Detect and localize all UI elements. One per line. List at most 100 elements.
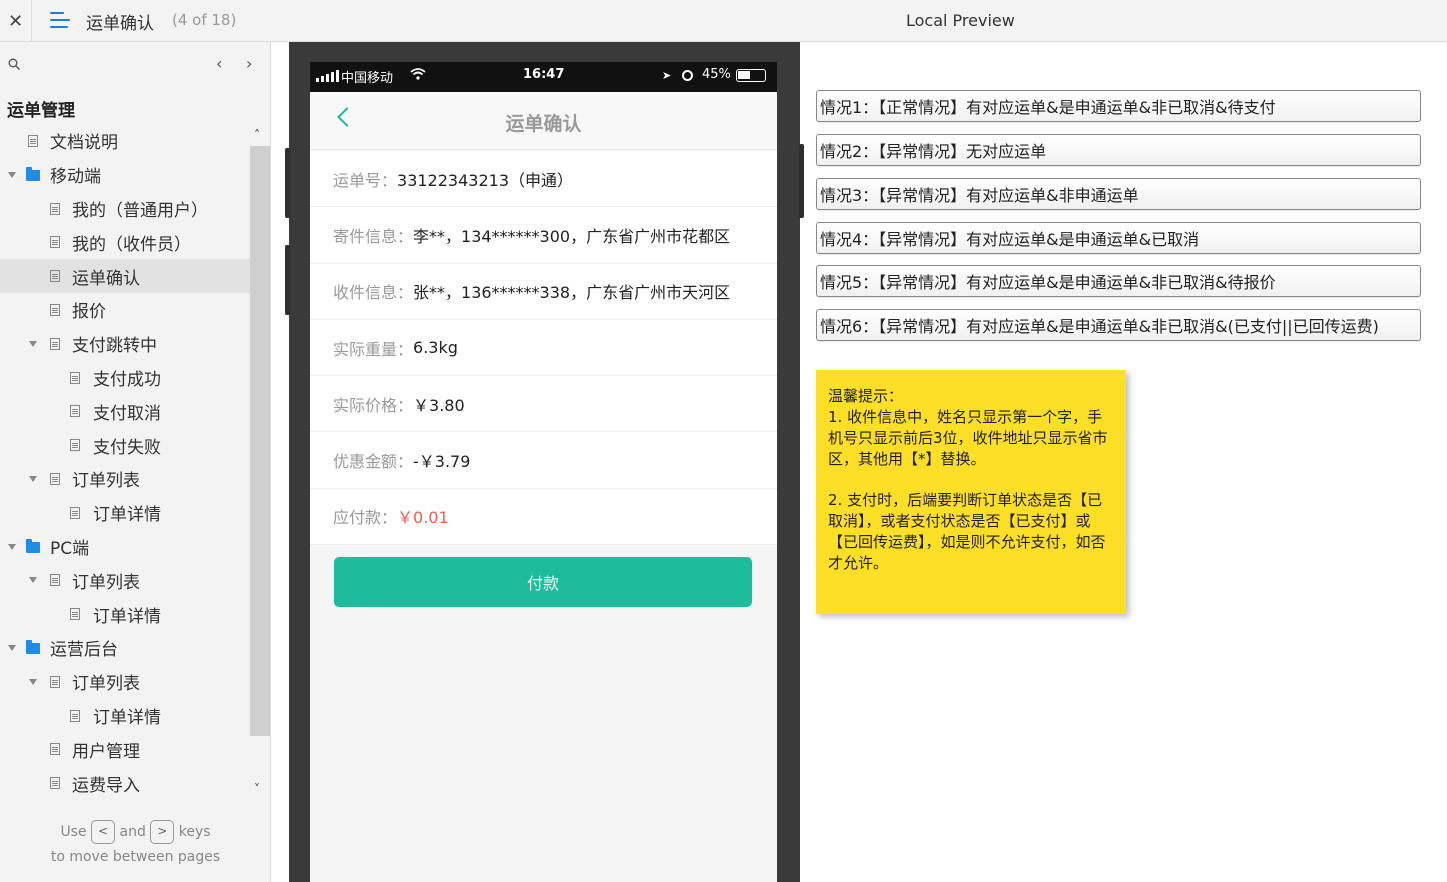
status-bar: 中国移动 16:47 ➤ 45%	[310, 62, 777, 92]
sidebar-item[interactable]: 移动端	[0, 158, 250, 192]
status-time: 16:47	[523, 67, 565, 82]
sidebar-item-label: 文档说明	[50, 133, 118, 154]
sticky-note: 温馨提示： 1. 收件信息中，姓名只显示第一个字，手机号只显示前后3位，收件地址…	[816, 370, 1126, 614]
pay-button[interactable]: 付款	[334, 557, 752, 607]
info-value: 6.3kg	[413, 338, 458, 358]
close-icon: ✕	[7, 10, 24, 32]
info-value: ￥3.80	[413, 395, 465, 415]
waybill-info-list: 运单号： 33122343213（申通） 寄件信息： 李**，134******300…	[310, 151, 777, 546]
sidebar-item[interactable]: 支付成功	[0, 361, 250, 395]
sidebar-item-label: 支付成功	[93, 369, 161, 390]
alarm-icon	[682, 70, 693, 81]
sticky-point-2: 2. 支付时，后端要判断订单状态是否【已取消】，或者支付状态是否【已支付】或【已…	[828, 491, 1106, 572]
expand-arrow-icon[interactable]	[8, 644, 16, 651]
phone-volume-down	[285, 245, 290, 315]
sidebar-item-label: 运单确认	[72, 268, 140, 289]
scroll-up-icon[interactable]: ˄	[254, 128, 260, 142]
phone-power-button	[799, 144, 804, 218]
sidebar-item[interactable]: 报价	[0, 293, 250, 327]
expand-arrow-icon[interactable]	[29, 340, 37, 347]
sidebar-item[interactable]: 运营后台	[0, 631, 250, 665]
sidebar-item-label: 用户管理	[72, 741, 140, 762]
sidebar-item-label: 运营后台	[50, 640, 118, 661]
page-icon	[28, 135, 38, 147]
info-label: 收件信息：	[333, 283, 414, 303]
info-row: 运单号： 33122343213（申通）	[310, 151, 777, 208]
page-icon	[70, 439, 80, 452]
sidebar: ‹ › 运单管理 文档说明 移动端 我的（普通用户） 我的（收件员） 运单确认 报价 支付跳…	[0, 42, 271, 882]
info-value: 33122343213（申通）	[397, 170, 573, 190]
sidebar-scrollbar[interactable]: ˄ ˅	[250, 128, 270, 802]
info-label: 实际重量：	[333, 339, 414, 359]
prev-page-chevron-icon[interactable]: ‹	[216, 54, 222, 73]
sidebar-item[interactable]: 订单列表	[0, 462, 250, 496]
signal-icon	[316, 70, 339, 82]
sidebar-item[interactable]: 运单确认	[0, 259, 250, 293]
sidebar-item[interactable]: 运费导入	[0, 766, 250, 800]
sidebar-item[interactable]: PC端	[0, 530, 250, 564]
case-box[interactable]: 情况4：【异常情况】有对应运单&是申通运单&已取消	[816, 222, 1421, 254]
sidebar-item[interactable]: 支付跳转中	[0, 327, 250, 361]
folder-icon	[26, 538, 40, 553]
scroll-down-icon[interactable]: ˅	[254, 782, 260, 796]
hamburger-menu-icon[interactable]	[50, 12, 70, 30]
sidebar-item[interactable]: 订单列表	[0, 563, 250, 597]
next-page-chevron-icon[interactable]: ›	[246, 54, 252, 73]
info-label: 寄件信息：	[333, 226, 414, 246]
info-row: 实际重量： 6.3kg	[310, 320, 777, 377]
keyboard-hint: Use < and > keys to move between pages	[0, 820, 271, 870]
expand-arrow-icon[interactable]	[8, 171, 16, 178]
sidebar-item[interactable]: 订单列表	[0, 665, 250, 699]
close-button[interactable]: ✕	[0, 0, 32, 42]
sidebar-item[interactable]: 订单详情	[0, 496, 250, 530]
expand-arrow-icon[interactable]	[29, 577, 37, 584]
sidebar-item[interactable]: 支付取消	[0, 394, 250, 428]
sidebar-item-label: 支付取消	[93, 403, 161, 424]
case-box[interactable]: 情况3：【异常情况】有对应运单&非申通运单	[816, 178, 1421, 210]
battery-percent: 45%	[702, 67, 731, 82]
case-box[interactable]: 情况1：【正常情况】有对应运单&是申通运单&非已取消&待支付	[816, 90, 1421, 122]
expand-arrow-icon[interactable]	[8, 543, 16, 550]
page-title: 运单确认	[86, 14, 154, 34]
info-label: 优惠金额：	[333, 452, 414, 472]
sidebar-item-label: 我的（收件员）	[72, 234, 191, 255]
sidebar-item[interactable]: 用户管理	[0, 732, 250, 766]
expand-arrow-icon[interactable]	[29, 475, 37, 482]
sidebar-item-label: 支付跳转中	[72, 336, 157, 357]
search-icon[interactable]	[8, 58, 20, 70]
preview-title: Local Preview	[906, 11, 1015, 30]
sidebar-item-label: 订单列表	[72, 674, 140, 695]
sidebar-item-label: 订单列表	[72, 572, 140, 593]
sidebar-item[interactable]: 订单详情	[0, 597, 250, 631]
sidebar-item[interactable]: 支付失败	[0, 428, 250, 462]
expand-arrow-icon[interactable]	[29, 678, 37, 685]
battery-icon	[736, 69, 766, 82]
sidebar-item[interactable]: 订单详情	[0, 699, 250, 733]
case-box[interactable]: 情况5：【异常情况】有对应运单&是申通运单&非已取消&待报价	[816, 265, 1421, 297]
page-icon	[50, 574, 60, 587]
app-title: 运单确认	[505, 113, 582, 135]
case-box[interactable]: 情况6：【异常情况】有对应运单&是申通运单&非已取消&(已支付||已回传运费)	[816, 309, 1421, 341]
page-icon	[70, 709, 80, 722]
sidebar-item[interactable]: 文档说明	[0, 124, 250, 158]
info-row: 寄件信息： 李**，134******300，广东省广州市花都区	[310, 207, 777, 264]
info-row: 优惠金额： -￥3.79	[310, 432, 777, 489]
info-label: 应付款：	[333, 508, 398, 528]
sidebar-item-label: 移动端	[50, 167, 101, 188]
case-box[interactable]: 情况2：【异常情况】无对应运单	[816, 134, 1421, 166]
sidebar-item[interactable]: 我的（普通用户）	[0, 192, 250, 226]
info-row: 实际价格： ￥3.80	[310, 376, 777, 433]
page-icon	[50, 777, 60, 790]
page-icon	[50, 202, 60, 215]
page-counter: (4 of 18)	[172, 11, 237, 29]
scrollbar-thumb[interactable]	[250, 146, 270, 736]
top-bar: ✕ 运单确认 (4 of 18) Local Preview	[0, 0, 1447, 42]
info-label: 实际价格：	[333, 395, 414, 415]
sidebar-item-label: 运费导入	[72, 775, 140, 796]
info-value: 张**，136******338，广东省广州市天河区	[413, 283, 731, 303]
sidebar-item[interactable]: 我的（收件员）	[0, 225, 250, 259]
page-icon	[50, 236, 60, 249]
app-bar: 运单确认	[310, 92, 777, 150]
info-row: 收件信息： 张**，136******338，广东省广州市天河区	[310, 264, 777, 320]
folder-icon	[26, 639, 40, 654]
